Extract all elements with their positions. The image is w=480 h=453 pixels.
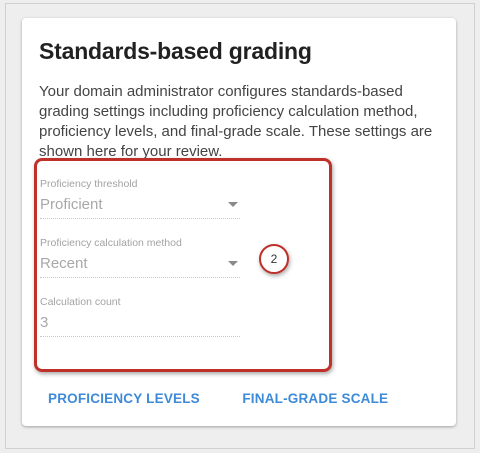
- proficiency-levels-button[interactable]: PROFICIENCY LEVELS: [48, 391, 200, 406]
- final-grade-scale-button[interactable]: FINAL-GRADE SCALE: [242, 391, 388, 406]
- standards-grading-card: Standards-based grading Your domain admi…: [22, 18, 456, 426]
- card-actions: PROFICIENCY LEVELS FINAL-GRADE SCALE: [48, 390, 426, 408]
- card-description: Your domain administrator configures sta…: [39, 83, 433, 160]
- card-title: Standards-based grading: [39, 38, 312, 64]
- step-callout-badge: 2: [259, 244, 289, 274]
